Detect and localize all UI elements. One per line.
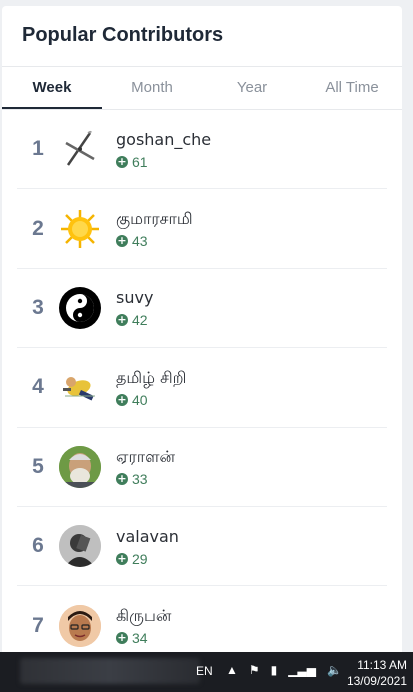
contributor-row: 6 valavan + 29 <box>17 507 387 587</box>
battery-icon[interactable]: ▮ <box>271 662 278 678</box>
plus-circle-icon: + <box>116 551 128 565</box>
windows-taskbar: EN ▲ ⚑ ▮ ▁▃▅ 🔈 11:13 AM 13/09/2021 <box>0 652 413 692</box>
plus-circle-icon: + <box>116 392 128 406</box>
popular-contributors-card: Popular Contributors Week Month Year All… <box>2 6 402 666</box>
sun-icon[interactable] <box>59 207 101 250</box>
period-tabs: Week Month Year All Time <box>2 67 402 110</box>
contributor-row: 2 குமாரசாமி + 43 <box>17 189 387 269</box>
contributor-info: goshan_che + 61 <box>116 129 211 170</box>
contributor-info: குமாரசாமி + 43 <box>116 208 193 249</box>
cartoon-figure-avatar[interactable] <box>59 366 101 409</box>
contributor-name[interactable]: goshan_che <box>116 129 211 151</box>
contributors-list: 1 goshan_che + 61 2 குமாரசாமி + 43 3 suv… <box>2 110 402 666</box>
tab-month[interactable]: Month <box>102 67 202 109</box>
contributor-row: 5 ஏராளன் + 33 <box>17 428 387 507</box>
reputation: + 42 <box>116 312 153 328</box>
reputation: + 33 <box>116 471 175 487</box>
crossed-pens-icon[interactable] <box>59 128 101 171</box>
reputation-value: 43 <box>132 233 148 250</box>
contributor-name[interactable]: குமாரசாமி <box>116 208 193 230</box>
old-man-photo-avatar[interactable] <box>59 445 101 488</box>
contributor-info: valavan + 29 <box>116 526 179 567</box>
contributor-info: தமிழ் சிறி + 40 <box>116 367 186 408</box>
volume-icon[interactable]: 🔈 <box>327 662 342 678</box>
system-tray: ▲ ⚑ ▮ ▁▃▅ 🔈 <box>226 662 342 678</box>
card-header: Popular Contributors <box>2 6 402 67</box>
tab-year[interactable]: Year <box>202 67 302 109</box>
reputation-value: 40 <box>132 391 148 408</box>
yin-yang-icon[interactable] <box>59 286 101 329</box>
rank-number: 2 <box>32 216 44 240</box>
rank-number: 7 <box>32 613 44 637</box>
chevron-up-icon[interactable]: ▲ <box>226 662 238 678</box>
reputation-value: 61 <box>132 153 148 170</box>
rank-number: 4 <box>32 375 44 399</box>
tab-all-time[interactable]: All Time <box>302 67 402 109</box>
contributor-info: suvy + 42 <box>116 287 153 328</box>
reputation: + 29 <box>116 551 179 567</box>
reputation-value: 42 <box>132 312 148 329</box>
reputation-value: 29 <box>132 550 148 567</box>
rank-number: 1 <box>32 137 44 161</box>
contributor-info: கிருபன் + 34 <box>116 605 171 646</box>
man-photo-avatar[interactable] <box>59 525 101 568</box>
taskbar-app-area[interactable] <box>20 658 200 684</box>
card-title: Popular Contributors <box>22 24 224 46</box>
plus-circle-icon: + <box>116 631 128 645</box>
plus-circle-icon: + <box>116 154 128 168</box>
plus-circle-icon: + <box>116 234 128 248</box>
signal-icon[interactable]: ▁▃▅ <box>288 662 316 678</box>
reputation: + 43 <box>116 233 193 249</box>
reputation: + 61 <box>116 154 211 170</box>
reputation: + 34 <box>116 630 171 646</box>
plus-circle-icon: + <box>116 313 128 327</box>
tab-week[interactable]: Week <box>2 67 102 109</box>
rank-number: 5 <box>32 454 44 478</box>
reputation-value: 33 <box>132 471 148 488</box>
contributor-name[interactable]: valavan <box>116 526 179 548</box>
contributor-name[interactable]: தமிழ் சிறி <box>116 367 186 389</box>
taskbar-clock[interactable]: 11:13 AM 13/09/2021 <box>347 657 407 689</box>
rank-number: 6 <box>32 534 44 558</box>
reputation: + 40 <box>116 392 186 408</box>
flag-icon[interactable]: ⚑ <box>249 662 260 678</box>
contributor-row: 3 suvy + 42 <box>17 269 387 349</box>
reputation-value: 34 <box>132 630 148 647</box>
clock-time: 11:13 AM <box>357 658 407 672</box>
contributor-name[interactable]: suvy <box>116 287 153 309</box>
contributor-row: 4 தமிழ் சிறி + 40 <box>17 348 387 428</box>
language-indicator[interactable]: EN <box>196 664 213 678</box>
contributor-info: ஏராளன் + 33 <box>116 446 175 487</box>
boy-photo-avatar[interactable] <box>59 604 101 647</box>
contributor-name[interactable]: கிருபன் <box>116 605 171 627</box>
clock-date: 13/09/2021 <box>346 674 407 688</box>
contributor-name[interactable]: ஏராளன் <box>116 446 175 468</box>
rank-number: 3 <box>32 295 44 319</box>
contributor-row: 1 goshan_che + 61 <box>17 110 387 190</box>
plus-circle-icon: + <box>116 472 128 486</box>
